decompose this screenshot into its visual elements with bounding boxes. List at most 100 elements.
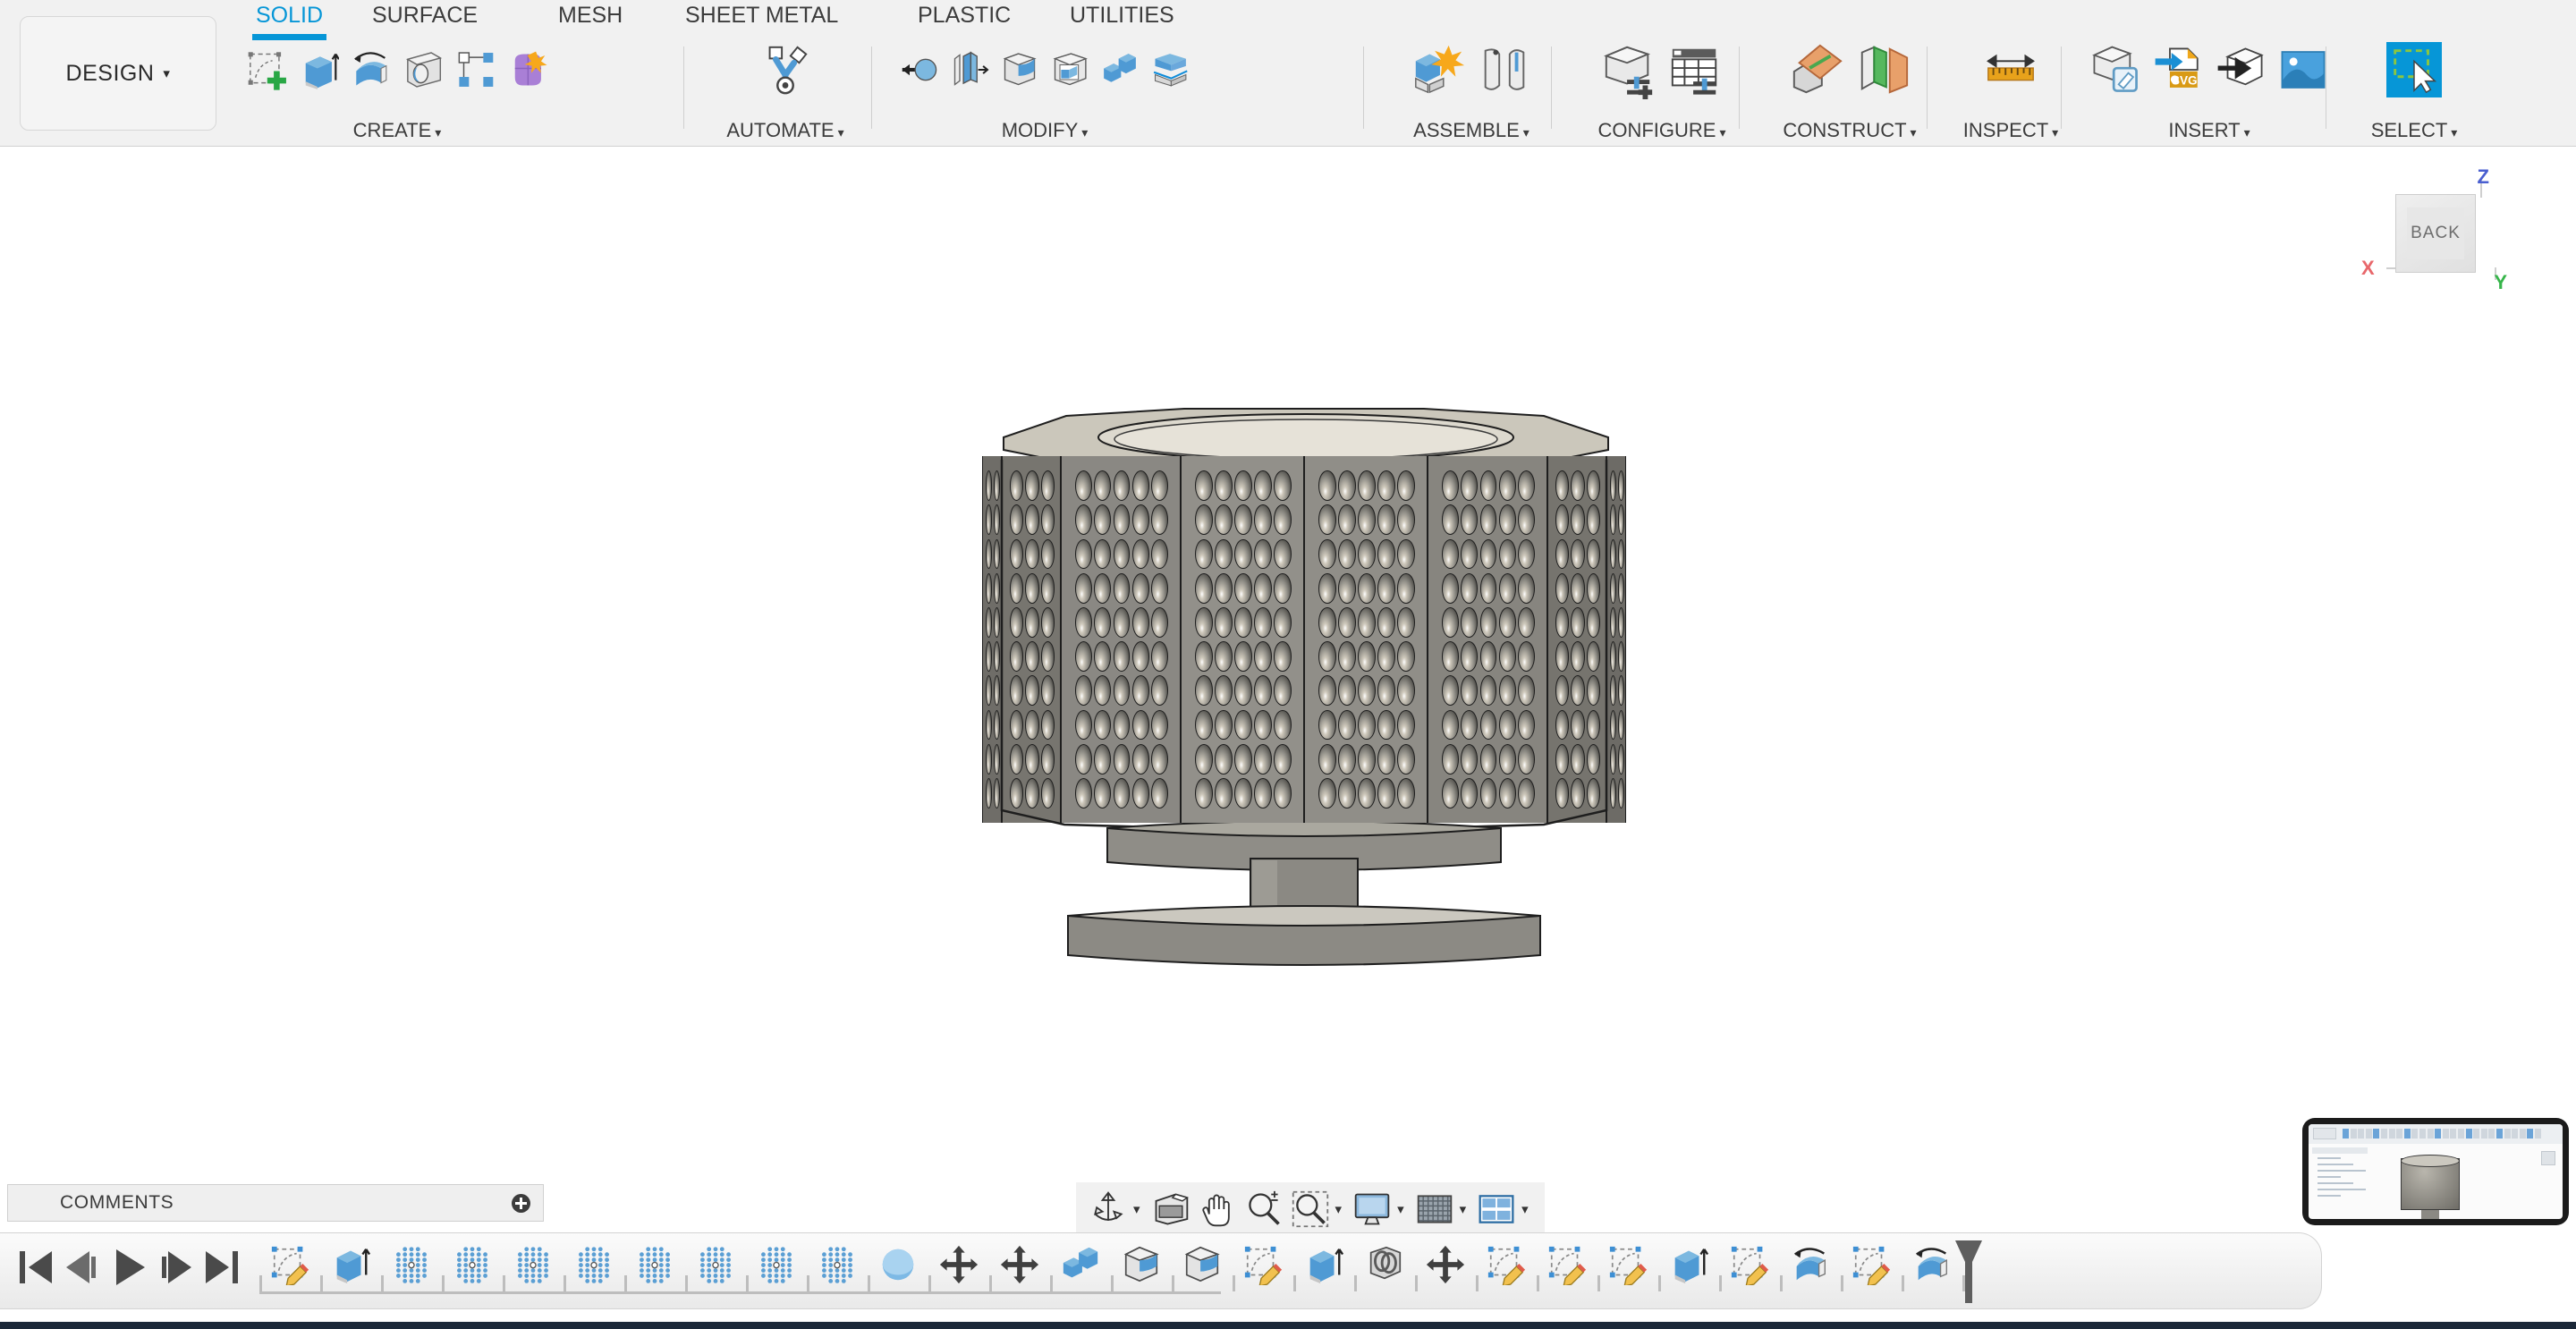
chevron-down-icon[interactable]: ▾: [1133, 1201, 1140, 1217]
zoom-icon[interactable]: [1241, 1188, 1287, 1231]
joint-icon[interactable]: [1477, 38, 1532, 102]
ribbon-tab-utilities[interactable]: UTILITIES: [1066, 3, 1178, 35]
plane-at-angle-icon[interactable]: [1855, 38, 1911, 102]
ribbon-group-label[interactable]: CONFIGURE ▾: [1574, 119, 1750, 142]
pan-icon-glyph: [1198, 1189, 1237, 1229]
timeline-feature-26-sketch-icon[interactable]: [1851, 1244, 1892, 1287]
axis-z-label: Z: [2477, 165, 2489, 188]
display-settings-icon-glyph: [1352, 1189, 1392, 1229]
timeline-feature-23-extrude-icon[interactable]: [1668, 1244, 1709, 1285]
group-separator: [1927, 47, 1928, 129]
ribbon-tab-label: SOLID: [256, 3, 324, 28]
go-to-beginning-icon[interactable]: [13, 1242, 59, 1292]
ribbon-tab-mesh[interactable]: MESH: [555, 3, 626, 35]
ribbon-group-label[interactable]: CONSTRUCT ▾: [1762, 119, 1937, 142]
ribbon: DESIGN ▾ SOLID SURFACE MESH SHEET METAL PLAS…: [0, 0, 2576, 147]
viewports-icon[interactable]: [1473, 1188, 1520, 1231]
press-pull-icon[interactable]: [900, 38, 939, 102]
ribbon-groups: CREATE ▾ AUTOMATE ▾ MODIFY ▾ ASSEMBLE ▾ CONFIGUR…: [0, 34, 2576, 146]
insert-mcmaster-icon[interactable]: [2215, 38, 2267, 102]
comments-panel[interactable]: COMMENTS: [7, 1184, 544, 1222]
ribbon-group-label-text: INSERT: [2168, 119, 2241, 141]
extrude-icon[interactable]: [298, 38, 340, 102]
view-cube[interactable]: BACK Z X Y: [2361, 165, 2527, 300]
chevron-down-icon: ▾: [2451, 125, 2458, 140]
form-icon[interactable]: [507, 38, 549, 102]
combine-icon[interactable]: [1100, 38, 1140, 102]
step-back-icon[interactable]: [59, 1242, 106, 1292]
chevron-down-icon[interactable]: ▾: [1521, 1201, 1529, 1217]
play-icon[interactable]: [106, 1242, 152, 1292]
ribbon-group-label[interactable]: ASSEMBLE ▾: [1386, 119, 1556, 142]
model-facet: [1304, 456, 1428, 823]
hole-icon[interactable]: [402, 38, 445, 102]
automated-modeling-icon[interactable]: [758, 38, 813, 102]
view-cube-face-back[interactable]: BACK: [2395, 194, 2476, 273]
configuration-table-icon[interactable]: [1667, 38, 1723, 102]
chevron-down-icon: ▾: [837, 125, 844, 140]
timeline-feature-17-extrude-icon[interactable]: [1303, 1244, 1344, 1285]
zoom-icon-glyph: [1244, 1189, 1284, 1229]
zoom-window-icon-glyph: [1291, 1189, 1330, 1229]
go-to-end-icon[interactable]: [199, 1242, 245, 1292]
ribbon-tab-plastic[interactable]: PLASTIC: [914, 3, 1014, 35]
create-sketch-icon[interactable]: [245, 38, 287, 102]
ribbon-group-automate: AUTOMATE ▾: [707, 34, 864, 147]
ribbon-group-label-text: AUTOMATE: [726, 119, 835, 141]
pattern-icon[interactable]: [455, 38, 497, 102]
display-settings-icon[interactable]: [1349, 1188, 1395, 1231]
step-forward-icon[interactable]: [152, 1242, 199, 1292]
timeline-feature-21-sketch-icon[interactable]: [1546, 1244, 1588, 1287]
timeline-feature-20-sketch-icon[interactable]: [1486, 1244, 1527, 1287]
insert-derive-icon[interactable]: [2089, 38, 2141, 102]
screen-preview-thumbnail[interactable]: [2302, 1118, 2569, 1225]
ribbon-group-label-text: MODIFY: [1001, 119, 1079, 141]
ribbon-tab-label: MESH: [558, 3, 623, 28]
chevron-down-icon: ▾: [2243, 125, 2250, 140]
chevron-down-icon[interactable]: ▾: [1460, 1201, 1467, 1217]
grid-snaps-icon[interactable]: [1411, 1188, 1458, 1231]
ribbon-group-label[interactable]: INSERT ▾: [2084, 119, 2334, 142]
ribbon-group-label[interactable]: SELECT ▾: [2349, 119, 2479, 142]
timeline-feature-16-sketch-icon[interactable]: [1242, 1244, 1284, 1287]
chevron-down-icon[interactable]: ▾: [1335, 1201, 1343, 1217]
offset-face-icon[interactable]: [950, 38, 989, 102]
select-window-icon[interactable]: [2386, 38, 2442, 102]
measure-icon[interactable]: [1983, 38, 2038, 102]
ribbon-group-label[interactable]: AUTOMATE ▾: [707, 119, 864, 142]
timeline-feature-18-joint-icon[interactable]: [1364, 1244, 1405, 1285]
insert-svg-icon[interactable]: SVG: [2152, 38, 2204, 102]
ribbon-group-label-text: CONFIGURE: [1597, 119, 1716, 141]
timeline-feature-24-sketch-icon[interactable]: [1729, 1244, 1770, 1287]
ribbon-group-label[interactable]: MODIFY ▾: [894, 119, 1195, 142]
ribbon-group-label-text: INSPECT: [1962, 119, 2049, 141]
offset-plane-icon[interactable]: [1789, 38, 1844, 102]
ribbon-tab-surface[interactable]: SURFACE: [369, 3, 481, 35]
configure-design-icon[interactable]: [1601, 38, 1657, 102]
group-separator: [683, 47, 684, 129]
chevron-down-icon[interactable]: ▾: [1397, 1201, 1404, 1217]
pan-icon[interactable]: [1194, 1188, 1241, 1231]
plus-circle-icon[interactable]: [512, 1193, 530, 1213]
zoom-window-icon[interactable]: [1287, 1188, 1334, 1231]
look-at-icon[interactable]: [1148, 1188, 1194, 1231]
canvas-image-icon[interactable]: [2277, 38, 2329, 102]
timeline-feature-22-sketch-icon[interactable]: [1607, 1244, 1648, 1287]
ribbon-group-label[interactable]: CREATE ▾: [240, 119, 555, 142]
fillet-icon[interactable]: [1000, 38, 1039, 102]
revolve-icon[interactable]: [350, 38, 392, 102]
timeline-feature-25-revolve-icon[interactable]: [1790, 1244, 1831, 1285]
ribbon-group-label[interactable]: INSPECT ▾: [1950, 119, 2072, 142]
ribbon-tab-label: SHEET METAL: [685, 3, 839, 28]
ribbon-tab-solid[interactable]: SOLID: [252, 3, 327, 40]
orbit-icon[interactable]: [1085, 1188, 1131, 1231]
shell-icon[interactable]: [1050, 38, 1089, 102]
3d-viewport[interactable]: BACK Z X Y: [0, 148, 2576, 1225]
cad-model-octagonal-drum[interactable]: [982, 407, 1626, 979]
timeline-feature-27-revolve-icon[interactable]: [1911, 1244, 1953, 1285]
split-body-icon[interactable]: [1150, 38, 1190, 102]
timeline-feature-19-move-copy-icon[interactable]: [1425, 1244, 1466, 1285]
new-component-icon[interactable]: [1411, 38, 1466, 102]
timeline-scrollbar[interactable]: [250, 1282, 2245, 1299]
ribbon-tab-sheet-metal[interactable]: SHEET METAL: [682, 3, 842, 35]
